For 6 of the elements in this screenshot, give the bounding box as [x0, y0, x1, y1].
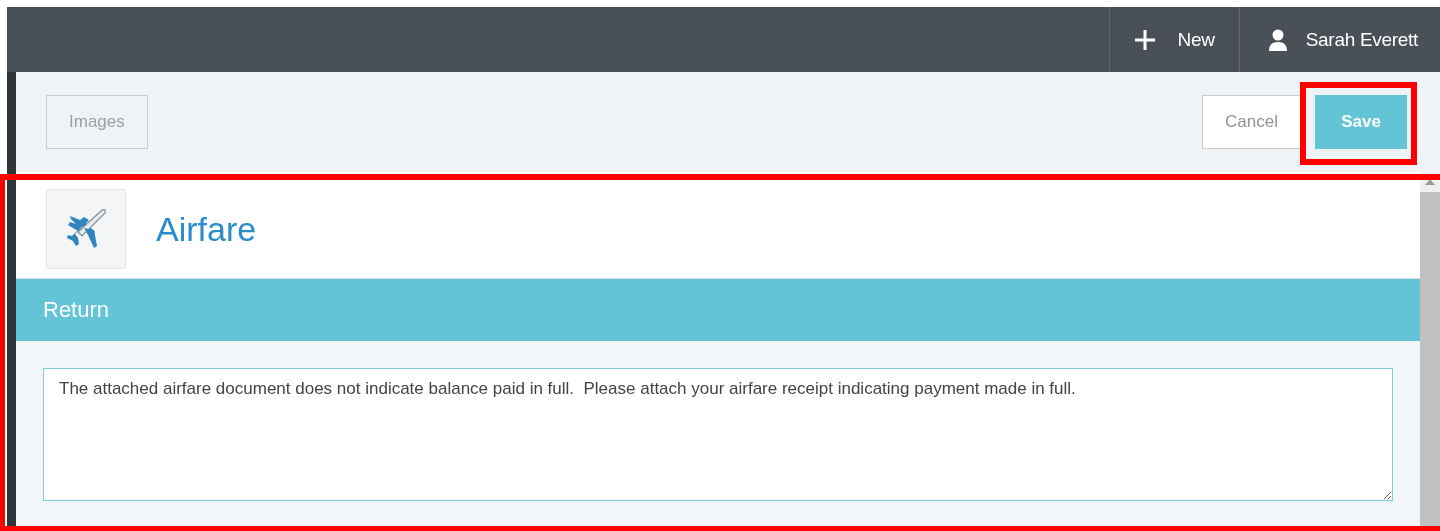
user-icon	[1267, 28, 1288, 51]
section-header: Return	[16, 279, 1420, 341]
plus-icon	[1133, 28, 1156, 51]
comment-field[interactable]: The attached airfare document does not indicate balance paid in full. Please attach your airfare receipt indicating payment made in full.	[43, 368, 1393, 501]
scroll-up-icon[interactable]	[1425, 179, 1435, 185]
category-title: Airfare	[156, 209, 257, 249]
